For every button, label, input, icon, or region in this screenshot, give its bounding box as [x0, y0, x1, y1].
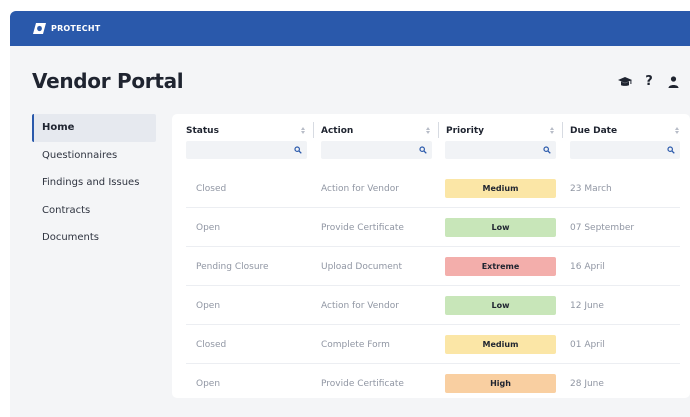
- graduation-cap-icon[interactable]: [618, 75, 632, 89]
- search-icon: [419, 146, 427, 154]
- table-row[interactable]: Closed Complete Form Medium 01 April: [186, 325, 680, 364]
- status-cell: Open: [196, 222, 221, 233]
- action-cell[interactable]: Action for Vendor: [321, 286, 399, 325]
- table-row[interactable]: Open Provide Certificate High 28 June: [186, 364, 680, 403]
- status-cell: Closed: [196, 339, 227, 350]
- priority-badge: Extreme: [445, 257, 556, 276]
- action-filter[interactable]: [321, 141, 432, 159]
- search-icon: [294, 146, 302, 154]
- table-row[interactable]: Open Provide Certificate Low 07 Septembe…: [186, 208, 680, 247]
- sidebar-item-label: Questionnaires: [42, 149, 118, 161]
- table-row[interactable]: Closed Action for Vendor Medium 23 March: [186, 169, 680, 208]
- due-date-filter-input[interactable]: [570, 141, 680, 159]
- brand-logo[interactable]: PROTECHT: [32, 22, 100, 35]
- sort-icon[interactable]: [299, 124, 307, 136]
- status-filter[interactable]: [186, 141, 307, 159]
- action-filter-input[interactable]: [321, 141, 432, 159]
- brand-name: PROTECHT: [51, 24, 101, 33]
- status-cell: Open: [196, 300, 221, 311]
- column-header-label: Priority: [446, 125, 484, 136]
- top-bar: PROTECHT: [10, 11, 690, 46]
- sidebar-item-label: Documents: [42, 232, 100, 244]
- sort-icon[interactable]: [673, 124, 681, 136]
- priority-badge: High: [445, 374, 556, 393]
- sidebar-item-documents[interactable]: Documents: [32, 224, 156, 252]
- status-cell: Open: [196, 378, 221, 389]
- column-header-priority[interactable]: Priority: [446, 124, 484, 137]
- protecht-logo-icon: [33, 23, 46, 34]
- page-title: Vendor Portal: [32, 69, 184, 93]
- app-window: PROTECHT Vendor Portal ? Home Questionna…: [10, 11, 690, 417]
- sort-icon[interactable]: [424, 124, 432, 136]
- sidebar-nav: Home Questionnaires Findings and Issues …: [32, 114, 156, 252]
- sidebar-item-contracts[interactable]: Contracts: [32, 197, 156, 225]
- column-resize-handle[interactable]: [562, 122, 563, 138]
- action-cell[interactable]: Action for Vendor: [321, 169, 399, 208]
- sidebar-item-home[interactable]: Home: [32, 114, 156, 142]
- column-header-label: Status: [186, 125, 219, 136]
- priority-badge: Medium: [445, 335, 556, 354]
- due-date-filter[interactable]: [570, 141, 680, 159]
- sort-icon[interactable]: [548, 124, 556, 136]
- column-header-due-date[interactable]: Due Date: [570, 124, 617, 137]
- sidebar-item-label: Contracts: [42, 204, 91, 216]
- column-header-label: Action: [321, 125, 354, 136]
- priority-filter-input[interactable]: [445, 141, 556, 159]
- help-glyph: ?: [645, 74, 653, 89]
- sidebar-item-questionnaires[interactable]: Questionnaires: [32, 142, 156, 170]
- column-header-status[interactable]: Status: [186, 124, 219, 137]
- sidebar-item-label: Findings and Issues: [42, 177, 140, 189]
- action-cell[interactable]: Provide Certificate: [321, 208, 404, 247]
- due-date-cell: 12 June: [570, 300, 604, 311]
- user-icon[interactable]: [666, 75, 680, 89]
- action-cell[interactable]: Complete Form: [321, 325, 390, 364]
- due-date-cell: 23 March: [570, 183, 612, 194]
- search-icon: [543, 146, 551, 154]
- priority-badge: Low: [445, 218, 556, 237]
- action-cell[interactable]: Provide Certificate: [321, 364, 404, 403]
- search-icon: [667, 146, 675, 154]
- priority-filter[interactable]: [445, 141, 556, 159]
- action-cell[interactable]: Upload Document: [321, 247, 402, 286]
- due-date-cell: 16 April: [570, 261, 605, 272]
- status-cell: Pending Closure: [196, 261, 269, 272]
- priority-badge: Medium: [445, 179, 556, 198]
- column-resize-handle[interactable]: [438, 122, 439, 138]
- sidebar-item-label: Home: [42, 122, 75, 134]
- table-row[interactable]: Open Action for Vendor Low 12 June: [186, 286, 680, 325]
- column-resize-handle[interactable]: [313, 122, 314, 138]
- sidebar-item-findings-and-issues[interactable]: Findings and Issues: [32, 169, 156, 197]
- header-actions: ?: [618, 75, 680, 89]
- status-filter-input[interactable]: [186, 141, 307, 159]
- due-date-cell: 01 April: [570, 339, 605, 350]
- table-row[interactable]: Pending Closure Upload Document Extreme …: [186, 247, 680, 286]
- due-date-cell: 28 June: [570, 378, 604, 389]
- tasks-table-card: Status Action Priority Due Date Closed A…: [172, 114, 690, 398]
- status-cell: Closed: [196, 183, 227, 194]
- due-date-cell: 07 September: [570, 222, 635, 233]
- column-header-action[interactable]: Action: [321, 124, 353, 137]
- help-icon[interactable]: ?: [642, 75, 656, 89]
- column-header-label: Due Date: [570, 125, 618, 136]
- page-header: Vendor Portal ?: [32, 69, 690, 93]
- priority-badge: Low: [445, 296, 556, 315]
